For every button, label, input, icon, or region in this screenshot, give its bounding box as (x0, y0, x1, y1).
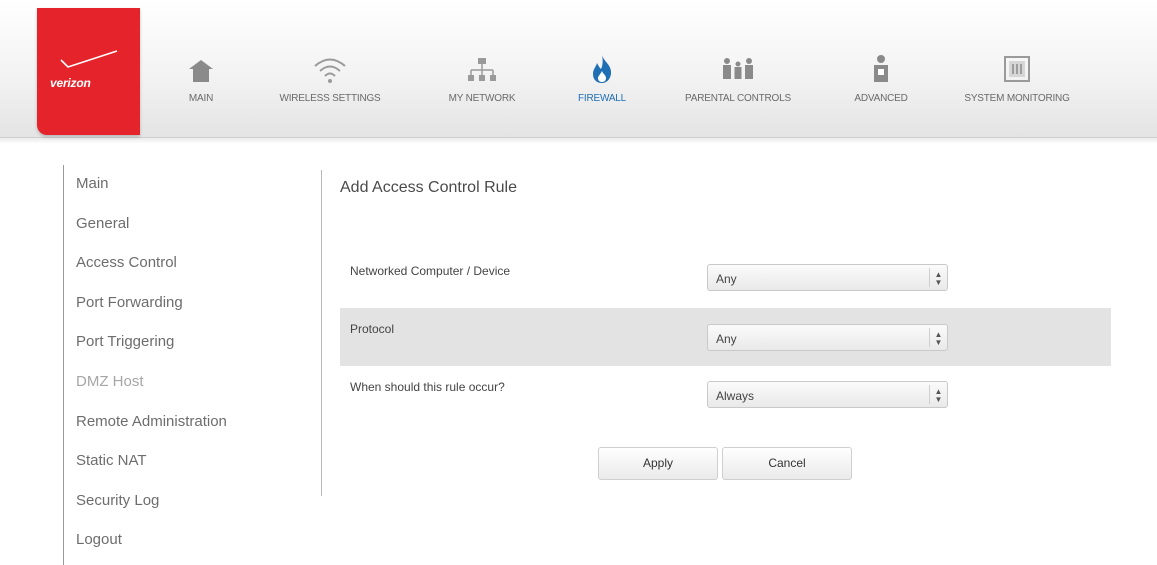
nav-main-label: MAIN (188, 93, 214, 104)
protocol-select[interactable]: Any ▲ ▼ (707, 324, 948, 351)
content-divider (321, 170, 322, 496)
schedule-select[interactable]: Always ▲ ▼ (707, 381, 948, 408)
nav-main[interactable]: MAIN (182, 44, 220, 104)
nav-my-network-label: MY NETWORK (448, 93, 516, 104)
top-nav-bar: verizon MAIN WIRELESS SETTINGS MY NETWOR… (0, 0, 1157, 138)
select-arrows-icon: ▲ ▼ (929, 385, 947, 404)
network-icon (433, 44, 531, 84)
device-label: Networked Computer / Device (350, 264, 511, 278)
family-icon (666, 44, 810, 84)
person-icon (843, 44, 919, 84)
sidebar-item-static-nat[interactable]: Static NAT (76, 449, 227, 489)
nav-my-network[interactable]: MY NETWORK (433, 44, 531, 104)
sidebar-item-logout[interactable]: Logout (76, 528, 227, 565)
nav-system-monitoring-label: SYSTEM MONITORING (964, 93, 1070, 104)
flame-icon (564, 44, 640, 84)
device-select[interactable]: Any ▲ ▼ (707, 264, 948, 291)
logo-text: verizon (50, 76, 91, 90)
nav-firewall[interactable]: FIREWALL (564, 44, 640, 104)
sidebar-item-port-triggering[interactable]: Port Triggering (76, 330, 227, 370)
page-title: Add Access Control Rule (340, 179, 517, 196)
select-arrows-icon: ▲ ▼ (929, 328, 947, 347)
sidebar-item-security-log[interactable]: Security Log (76, 489, 227, 529)
protocol-label: Protocol (350, 322, 395, 336)
sidebar-divider (63, 165, 64, 565)
apply-button[interactable]: Apply (598, 447, 718, 480)
nav-advanced-label: ADVANCED (854, 93, 908, 104)
form-row-schedule: When should this rule occur? Always ▲ ▼ (340, 366, 1111, 422)
nav-parental-controls[interactable]: PARENTAL CONTROLS (666, 44, 810, 104)
protocol-select-value: Any (716, 332, 737, 346)
header-shadow (0, 138, 1157, 144)
house-icon (182, 44, 220, 84)
sidebar-item-main[interactable]: Main (76, 172, 227, 212)
cancel-button[interactable]: Cancel (722, 447, 852, 480)
sidebar-item-access-control[interactable]: Access Control (76, 251, 227, 291)
sidebar: Main General Access Control Port Forward… (76, 172, 227, 565)
sidebar-item-port-forwarding[interactable]: Port Forwarding (76, 291, 227, 331)
form-row-device: Networked Computer / Device Any ▲ ▼ (340, 252, 1111, 308)
sidebar-item-general[interactable]: General (76, 212, 227, 252)
schedule-select-value: Always (716, 389, 755, 403)
checkmark-icon (60, 50, 118, 68)
nav-system-monitoring[interactable]: SYSTEM MONITORING (943, 44, 1091, 104)
nav-wireless-settings[interactable]: WIRELESS SETTINGS (259, 44, 401, 104)
device-select-value: Any (716, 272, 737, 286)
nav-firewall-label: FIREWALL (577, 93, 627, 104)
verizon-logo[interactable]: verizon (37, 8, 140, 135)
nav-parental-controls-label: PARENTAL CONTROLS (685, 93, 791, 104)
select-arrows-icon: ▲ ▼ (929, 268, 947, 287)
sidebar-item-dmz-host[interactable]: DMZ Host (76, 370, 227, 410)
form-row-protocol: Protocol Any ▲ ▼ (340, 308, 1111, 366)
wifi-icon (259, 44, 401, 84)
nav-wireless-settings-label: WIRELESS SETTINGS (279, 93, 381, 104)
nav-advanced[interactable]: ADVANCED (843, 44, 919, 104)
monitor-icon (943, 44, 1091, 84)
sidebar-item-remote-administration[interactable]: Remote Administration (76, 410, 227, 450)
schedule-label: When should this rule occur? (350, 380, 505, 394)
